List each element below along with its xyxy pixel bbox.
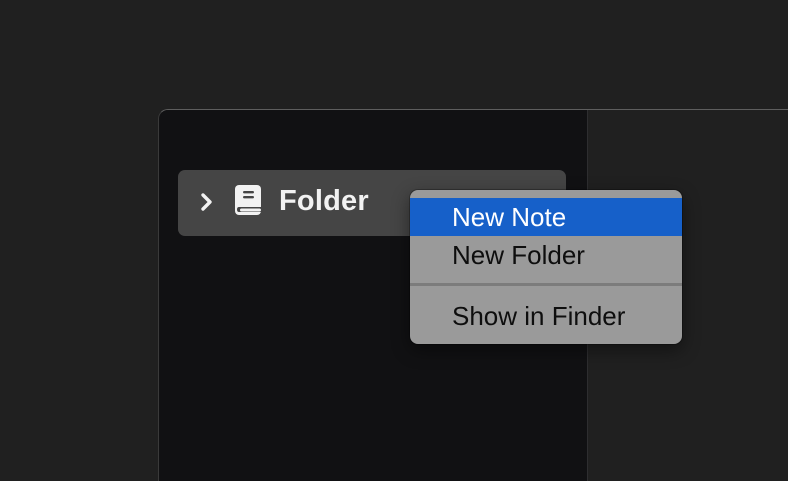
sidebar-item-label: Folder <box>279 185 369 217</box>
menu-item-new-note[interactable]: New Note <box>410 198 682 236</box>
menu-item-show-in-finder[interactable]: Show in Finder <box>410 297 682 335</box>
desktop-background: Folder New Note New Folder Show in Finde… <box>0 0 788 481</box>
menu-item-new-folder[interactable]: New Folder <box>410 236 682 274</box>
chevron-right-icon[interactable] <box>199 192 215 212</box>
menu-separator <box>410 283 682 286</box>
context-menu: New Note New Folder Show in Finder <box>410 190 682 344</box>
book-icon <box>235 185 261 215</box>
